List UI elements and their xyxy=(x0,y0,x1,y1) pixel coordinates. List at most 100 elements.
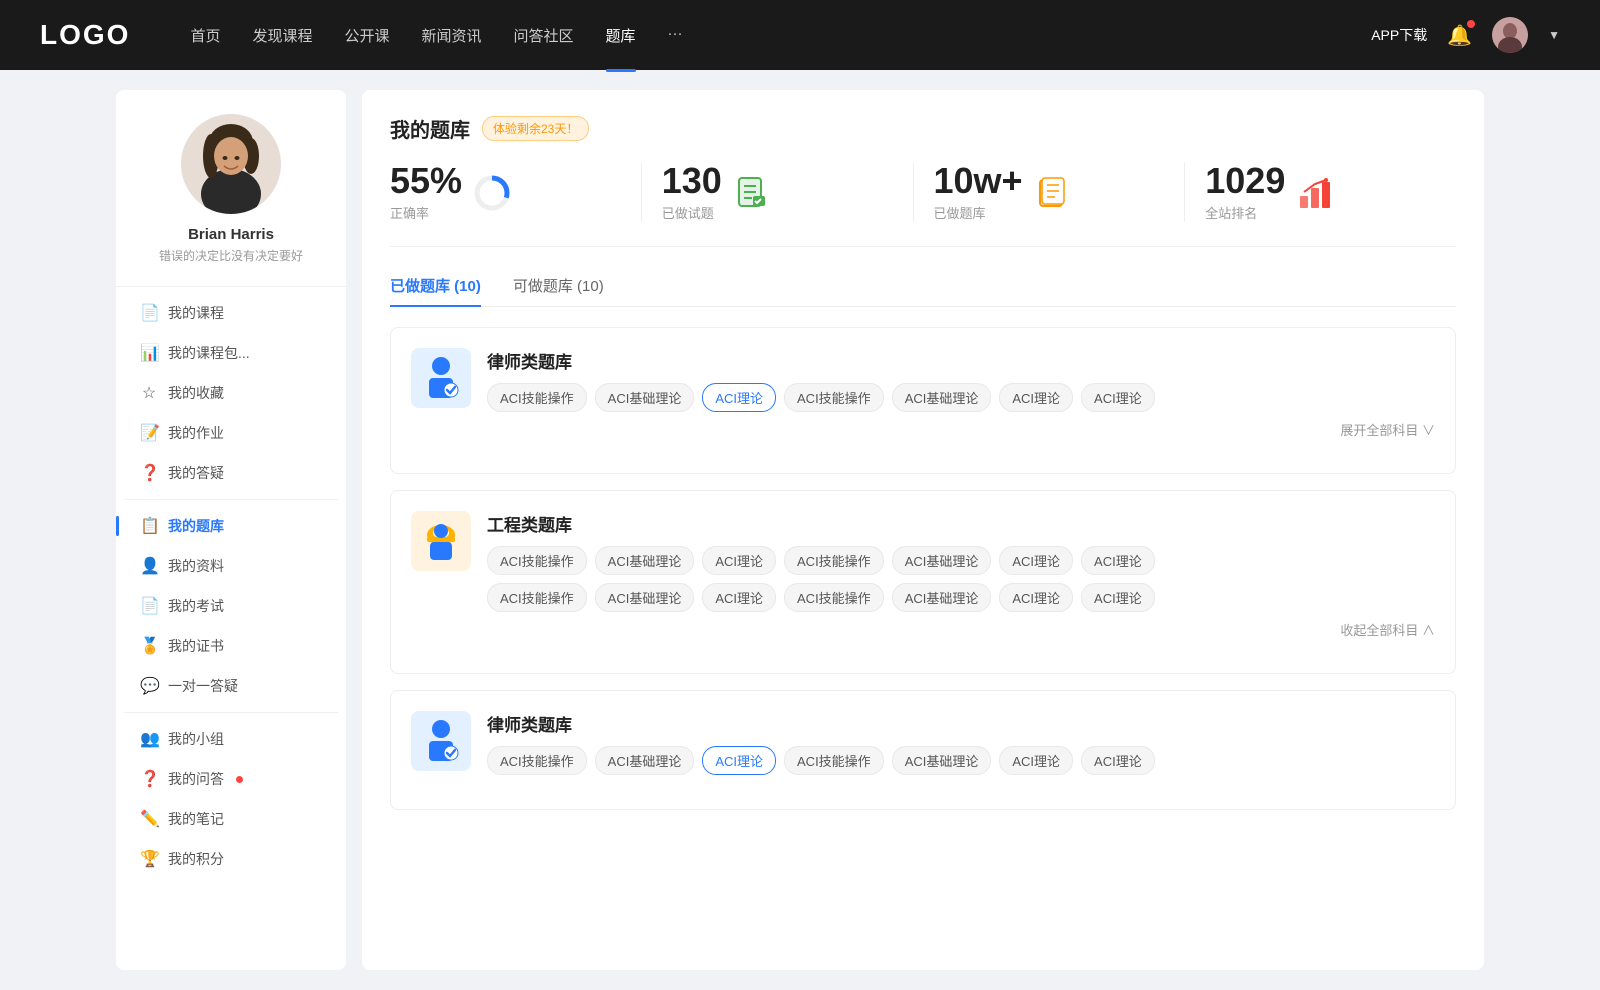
sidebar-item-my-course[interactable]: 📄 我的课程 xyxy=(124,293,338,333)
stat-done-banks-number: 10w+ xyxy=(934,163,1023,199)
tag-2-1[interactable]: ACI技能操作 xyxy=(487,546,587,575)
exam-icon: 📄 xyxy=(140,596,158,616)
tag-3-5[interactable]: ACI基础理论 xyxy=(892,746,992,775)
expand-link-1[interactable]: 展开全部科目 ∨ xyxy=(487,420,1435,439)
notification-badge xyxy=(1467,20,1475,28)
nav-home[interactable]: 首页 xyxy=(190,21,220,50)
sidebar-item-my-qa[interactable]: ❓ 我的问答 xyxy=(124,759,338,799)
tag-2-12[interactable]: ACI基础理论 xyxy=(892,583,992,612)
quiz-section-lawyer-1: 律师类题库 ACI技能操作 ACI基础理论 ACI理论 ACI技能操作 ACI基… xyxy=(390,327,1456,474)
quiz-icon: 📋 xyxy=(140,516,158,536)
sidebar-item-label: 我的笔记 xyxy=(168,809,224,829)
quiz-section-header-3: 律师类题库 ACI技能操作 ACI基础理论 ACI理论 ACI技能操作 ACI基… xyxy=(411,711,1435,775)
stat-done-questions-label: 已做试题 xyxy=(662,203,722,222)
sidebar-item-label: 我的课程 xyxy=(168,303,224,323)
tag-2-6[interactable]: ACI理论 xyxy=(999,546,1073,575)
tag-3-1[interactable]: ACI技能操作 xyxy=(487,746,587,775)
star-icon: ☆ xyxy=(140,383,158,403)
qa-red-dot xyxy=(236,776,243,783)
nav-discover[interactable]: 发现课程 xyxy=(252,21,312,50)
tab-available-banks[interactable]: 可做题库 (10) xyxy=(513,275,604,306)
tag-3-7[interactable]: ACI理论 xyxy=(1081,746,1155,775)
nav-open[interactable]: 公开课 xyxy=(344,21,389,50)
stat-accuracy-number: 55% xyxy=(390,163,462,199)
tag-1-7[interactable]: ACI理论 xyxy=(1081,383,1155,412)
page-title-row: 我的题库 体验剩余23天！ xyxy=(390,114,1456,143)
sidebar-item-1on1[interactable]: 💬 一对一答疑 xyxy=(124,666,338,706)
nav-quiz[interactable]: 题库 xyxy=(606,21,636,50)
tag-3-3[interactable]: ACI理论 xyxy=(702,746,776,775)
sidebar-item-label: 我的小组 xyxy=(168,729,224,749)
course-icon: 📄 xyxy=(140,303,158,323)
sidebar-item-homework[interactable]: 📝 我的作业 xyxy=(124,413,338,453)
tag-2-13[interactable]: ACI理论 xyxy=(999,583,1073,612)
page-title: 我的题库 xyxy=(390,114,470,143)
tag-2-11[interactable]: ACI技能操作 xyxy=(784,583,884,612)
tag-1-3[interactable]: ACI理论 xyxy=(702,383,776,412)
group-icon: 👥 xyxy=(140,729,158,749)
stat-accuracy-label: 正确率 xyxy=(390,203,462,222)
user-dropdown-arrow[interactable]: ▼ xyxy=(1548,28,1560,42)
sidebar-item-label: 我的题库 xyxy=(168,516,224,536)
sidebar-item-group[interactable]: 👥 我的小组 xyxy=(124,719,338,759)
sidebar-item-course-package[interactable]: 📊 我的课程包... xyxy=(124,333,338,373)
points-icon: 🏆 xyxy=(140,849,158,869)
tag-2-4[interactable]: ACI技能操作 xyxy=(784,546,884,575)
sidebar-divider-top xyxy=(116,286,346,287)
tag-2-14[interactable]: ACI理论 xyxy=(1081,583,1155,612)
tag-2-5[interactable]: ACI基础理论 xyxy=(892,546,992,575)
myqa-icon: ❓ xyxy=(140,769,158,789)
sidebar-item-qa[interactable]: ❓ 我的答疑 xyxy=(124,453,338,493)
tag-3-4[interactable]: ACI技能操作 xyxy=(784,746,884,775)
tag-1-1[interactable]: ACI技能操作 xyxy=(487,383,587,412)
sidebar-item-quiz-bank[interactable]: 📋 我的题库 xyxy=(124,506,338,546)
nav-more[interactable]: ··· xyxy=(668,21,683,50)
stat-done-banks-label: 已做题库 xyxy=(934,203,1023,222)
sidebar-item-profile[interactable]: 👤 我的资料 xyxy=(124,546,338,586)
tag-2-7[interactable]: ACI理论 xyxy=(1081,546,1155,575)
tag-1-6[interactable]: ACI理论 xyxy=(999,383,1073,412)
sidebar-item-label: 我的考试 xyxy=(168,596,224,616)
stat-accuracy: 55% 正确率 xyxy=(390,163,642,222)
quiz-section-header-1: 律师类题库 ACI技能操作 ACI基础理论 ACI理论 ACI技能操作 ACI基… xyxy=(411,348,1435,439)
nav-qa[interactable]: 问答社区 xyxy=(514,21,574,50)
tag-1-4[interactable]: ACI技能操作 xyxy=(784,383,884,412)
tag-3-6[interactable]: ACI理论 xyxy=(999,746,1073,775)
sidebar-item-exam[interactable]: 📄 我的考试 xyxy=(124,586,338,626)
tag-1-2[interactable]: ACI基础理论 xyxy=(595,383,695,412)
quiz-section-title-2: 工程类题库 xyxy=(487,511,1435,536)
notification-bell[interactable]: 🔔 xyxy=(1447,23,1472,48)
user-avatar-nav[interactable] xyxy=(1492,17,1528,53)
quiz-section-engineer: 工程类题库 ACI技能操作 ACI基础理论 ACI理论 ACI技能操作 ACI基… xyxy=(390,490,1456,674)
package-icon: 📊 xyxy=(140,343,158,363)
notes-icon: ✏️ xyxy=(140,809,158,829)
tag-2-2[interactable]: ACI基础理论 xyxy=(595,546,695,575)
tag-3-2[interactable]: ACI基础理论 xyxy=(595,746,695,775)
stat-done-questions: 130 已做试题 xyxy=(642,163,914,222)
user-motto: 错误的决定比没有决定要好 xyxy=(159,247,303,264)
sidebar-item-label: 一对一答疑 xyxy=(168,676,238,696)
user-name: Brian Harris xyxy=(188,226,274,243)
rank-icon xyxy=(1297,175,1333,211)
app-download-button[interactable]: APP下载 xyxy=(1371,25,1427,45)
sidebar-item-certificate[interactable]: 🏅 我的证书 xyxy=(124,626,338,666)
tag-2-9[interactable]: ACI基础理论 xyxy=(595,583,695,612)
nav-news[interactable]: 新闻资讯 xyxy=(422,21,482,50)
chat-icon: 💬 xyxy=(140,676,158,696)
tags-row-1: ACI技能操作 ACI基础理论 ACI理论 ACI技能操作 ACI基础理论 AC… xyxy=(487,383,1435,412)
tag-2-3[interactable]: ACI理论 xyxy=(702,546,776,575)
tab-done-banks[interactable]: 已做题库 (10) xyxy=(390,275,481,306)
main-layout: Brian Harris 错误的决定比没有决定要好 📄 我的课程 📊 我的课程包… xyxy=(100,70,1500,990)
tag-2-10[interactable]: ACI理论 xyxy=(702,583,776,612)
sidebar-item-points[interactable]: 🏆 我的积分 xyxy=(124,839,338,879)
tag-1-5[interactable]: ACI基础理论 xyxy=(892,383,992,412)
sidebar-item-notes[interactable]: ✏️ 我的笔记 xyxy=(124,799,338,839)
quiz-section-header-2: 工程类题库 ACI技能操作 ACI基础理论 ACI理论 ACI技能操作 ACI基… xyxy=(411,511,1435,639)
done-banks-icon xyxy=(1035,175,1071,211)
sidebar-item-favorites[interactable]: ☆ 我的收藏 xyxy=(124,373,338,413)
sidebar-menu: 📄 我的课程 📊 我的课程包... ☆ 我的收藏 📝 我的作业 ❓ 我的答疑 � xyxy=(116,293,346,879)
collapse-link-2[interactable]: 收起全部科目 ∧ xyxy=(487,620,1435,639)
tag-2-8[interactable]: ACI技能操作 xyxy=(487,583,587,612)
sidebar-item-label: 我的答疑 xyxy=(168,463,224,483)
lawyer-icon-2 xyxy=(411,711,471,771)
